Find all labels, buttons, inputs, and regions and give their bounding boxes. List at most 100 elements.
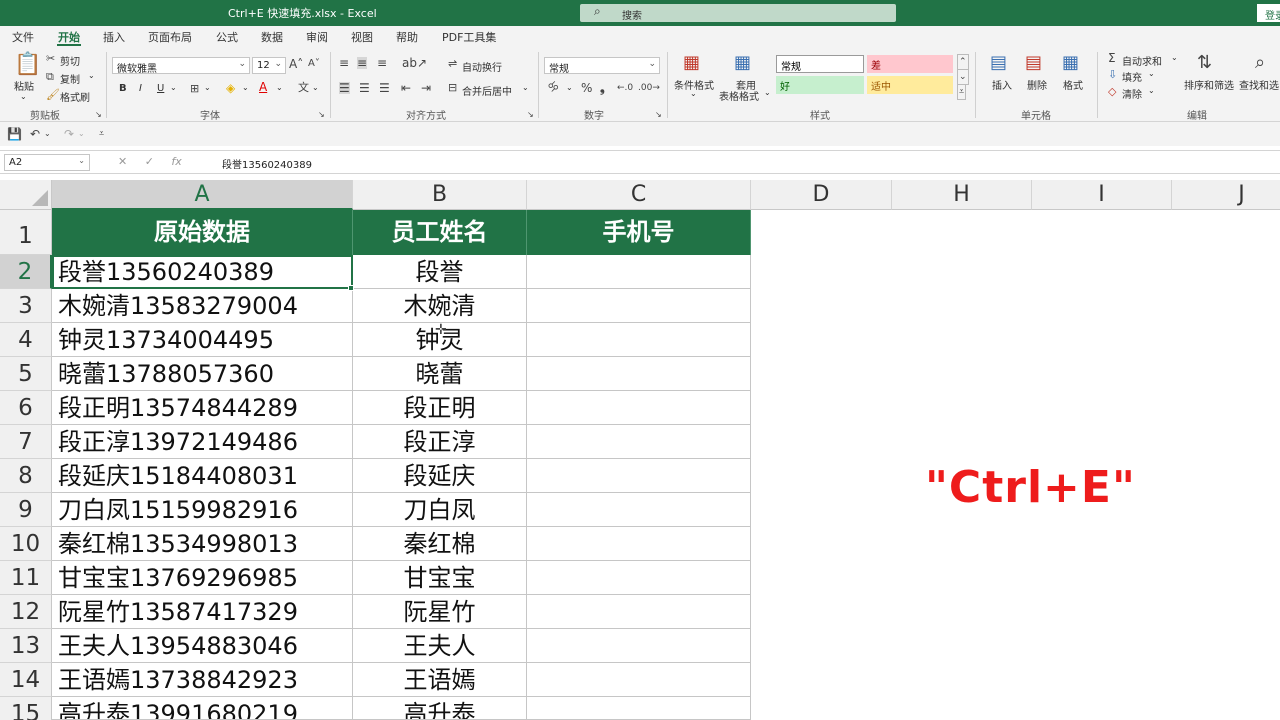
- align-left-icon[interactable]: ☰: [339, 82, 350, 94]
- paste-dropdown-icon[interactable]: ⌄: [20, 92, 27, 101]
- row-header[interactable]: 2: [0, 255, 52, 289]
- clipboard-launcher-icon[interactable]: ↘: [95, 109, 102, 121]
- format-painter-button[interactable]: 格式刷: [60, 89, 90, 104]
- clear-icon[interactable]: ◇: [1108, 86, 1116, 98]
- fill-icon[interactable]: ⇩: [1108, 69, 1117, 81]
- cut-icon[interactable]: ✂: [46, 53, 55, 65]
- cancel-icon[interactable]: ✕: [118, 155, 127, 168]
- currency-dropdown-icon[interactable]: ⌄: [566, 83, 573, 92]
- customize-qat-icon[interactable]: ⩡: [99, 128, 104, 140]
- tab-home[interactable]: 开始: [58, 29, 80, 45]
- cell-c9[interactable]: [527, 493, 751, 527]
- search-box[interactable]: ⌕ 搜索: [580, 4, 896, 22]
- redo-icon[interactable]: ↷: [64, 128, 74, 140]
- header-cell-original-data[interactable]: 原始数据: [52, 210, 353, 255]
- column-header-c[interactable]: C: [527, 180, 751, 210]
- format-table-label-2[interactable]: 表格格式: [719, 88, 759, 103]
- row-header[interactable]: 15: [0, 697, 52, 720]
- cell-b6[interactable]: 段正明: [353, 391, 527, 425]
- conditional-format-dropdown-icon[interactable]: ⌄: [690, 89, 697, 98]
- row-header[interactable]: 6: [0, 391, 52, 425]
- align-bottom-icon[interactable]: ≡: [377, 57, 387, 69]
- column-header-a[interactable]: A: [52, 180, 353, 210]
- tab-pdf-tools[interactable]: PDF工具集: [442, 29, 496, 45]
- row-header[interactable]: 10: [0, 527, 52, 561]
- paste-icon[interactable]: 📋: [14, 54, 41, 76]
- cell-a2[interactable]: 段誉13560240389: [52, 255, 353, 289]
- font-launcher-icon[interactable]: ↘: [318, 109, 325, 121]
- number-format-select[interactable]: 常规 ⌄: [544, 57, 660, 75]
- fx-icon[interactable]: fx: [171, 155, 181, 168]
- row-header[interactable]: 4: [0, 323, 52, 357]
- cell-a11[interactable]: 甘宝宝13769296985: [52, 561, 353, 595]
- row-header[interactable]: 11: [0, 561, 52, 595]
- row-header[interactable]: 12: [0, 595, 52, 629]
- column-header-b[interactable]: B: [353, 180, 527, 210]
- fill-dropdown-icon[interactable]: ⌄: [1148, 69, 1155, 78]
- format-table-icon[interactable]: ▦: [734, 54, 751, 72]
- save-icon[interactable]: 💾: [7, 128, 22, 140]
- italic-button[interactable]: I: [139, 83, 142, 94]
- number-launcher-icon[interactable]: ↘: [655, 109, 662, 121]
- merge-center-button[interactable]: 合并后居中: [462, 83, 512, 98]
- align-center-icon[interactable]: ☰: [359, 82, 370, 94]
- cell-c8[interactable]: [527, 459, 751, 493]
- sort-filter-icon[interactable]: ⇅: [1197, 54, 1212, 72]
- cell-c5[interactable]: [527, 357, 751, 391]
- decrease-decimal-icon[interactable]: .00→: [638, 82, 660, 94]
- sort-filter-button[interactable]: 排序和筛选: [1184, 77, 1234, 92]
- phonetic-dropdown-icon[interactable]: ⌄: [312, 83, 319, 92]
- find-select-button[interactable]: 查找和选: [1239, 77, 1279, 92]
- decrease-font-icon[interactable]: A˅: [308, 58, 320, 70]
- cell-a8[interactable]: 段延庆15184408031: [52, 459, 353, 493]
- tab-formulas[interactable]: 公式: [216, 29, 238, 45]
- cell-a12[interactable]: 阮星竹13587417329: [52, 595, 353, 629]
- enter-icon[interactable]: ✓: [145, 155, 154, 168]
- cell-a5[interactable]: 晓蕾13788057360: [52, 357, 353, 391]
- clear-button[interactable]: 清除: [1122, 86, 1142, 101]
- tab-review[interactable]: 审阅: [306, 29, 328, 45]
- cell-c6[interactable]: [527, 391, 751, 425]
- styles-scroll-up-icon[interactable]: ⌃: [957, 54, 969, 70]
- wrap-text-icon[interactable]: ⇌: [448, 58, 457, 70]
- cell-a10[interactable]: 秦红棉13534998013: [52, 527, 353, 561]
- autosum-dropdown-icon[interactable]: ⌄: [1171, 53, 1178, 62]
- fill-button[interactable]: 填充: [1122, 69, 1142, 84]
- cell-b14[interactable]: 王语嫣: [353, 663, 527, 697]
- font-color-icon[interactable]: A: [259, 81, 267, 93]
- cell-a7[interactable]: 段正淳13972149486: [52, 425, 353, 459]
- cell-b13[interactable]: 王夫人: [353, 629, 527, 663]
- cell-c10[interactable]: [527, 527, 751, 561]
- cell-c12[interactable]: [527, 595, 751, 629]
- style-good[interactable]: 好: [776, 76, 864, 94]
- increase-font-icon[interactable]: A˄: [289, 58, 303, 70]
- orientation-icon[interactable]: ab↗: [402, 57, 427, 69]
- copy-button[interactable]: 复制: [60, 71, 80, 86]
- autosum-button[interactable]: 自动求和: [1122, 53, 1162, 68]
- format-cells-icon[interactable]: ▦: [1062, 54, 1079, 72]
- cell-b5[interactable]: 晓蕾: [353, 357, 527, 391]
- cell-b10[interactable]: 秦红棉: [353, 527, 527, 561]
- align-right-icon[interactable]: ☰: [379, 82, 390, 94]
- cut-button[interactable]: 剪切: [60, 53, 80, 68]
- font-name-select[interactable]: 微软雅黑 ⌄: [112, 57, 250, 75]
- undo-icon[interactable]: ↶: [30, 128, 40, 140]
- cell-c2[interactable]: [527, 255, 751, 289]
- comma-style-icon[interactable]: ❟: [600, 82, 605, 94]
- cell-c11[interactable]: [527, 561, 751, 595]
- login-button[interactable]: 登录: [1257, 4, 1280, 22]
- style-bad[interactable]: 差: [867, 55, 953, 73]
- percent-icon[interactable]: %: [581, 82, 592, 94]
- tab-file[interactable]: 文件: [12, 29, 34, 45]
- name-box[interactable]: A2 ⌄: [4, 154, 90, 171]
- row-header[interactable]: 1: [0, 210, 52, 255]
- row-header[interactable]: 8: [0, 459, 52, 493]
- underline-button[interactable]: U: [157, 83, 164, 94]
- styles-more-icon[interactable]: ⩡: [957, 84, 967, 100]
- format-cells-button[interactable]: 格式: [1063, 77, 1083, 92]
- underline-dropdown-icon[interactable]: ⌄: [170, 83, 177, 92]
- row-header[interactable]: 7: [0, 425, 52, 459]
- align-middle-icon[interactable]: ≡: [357, 57, 368, 69]
- cell-a14[interactable]: 王语嫣13738842923: [52, 663, 353, 697]
- column-header-h[interactable]: H: [892, 180, 1032, 210]
